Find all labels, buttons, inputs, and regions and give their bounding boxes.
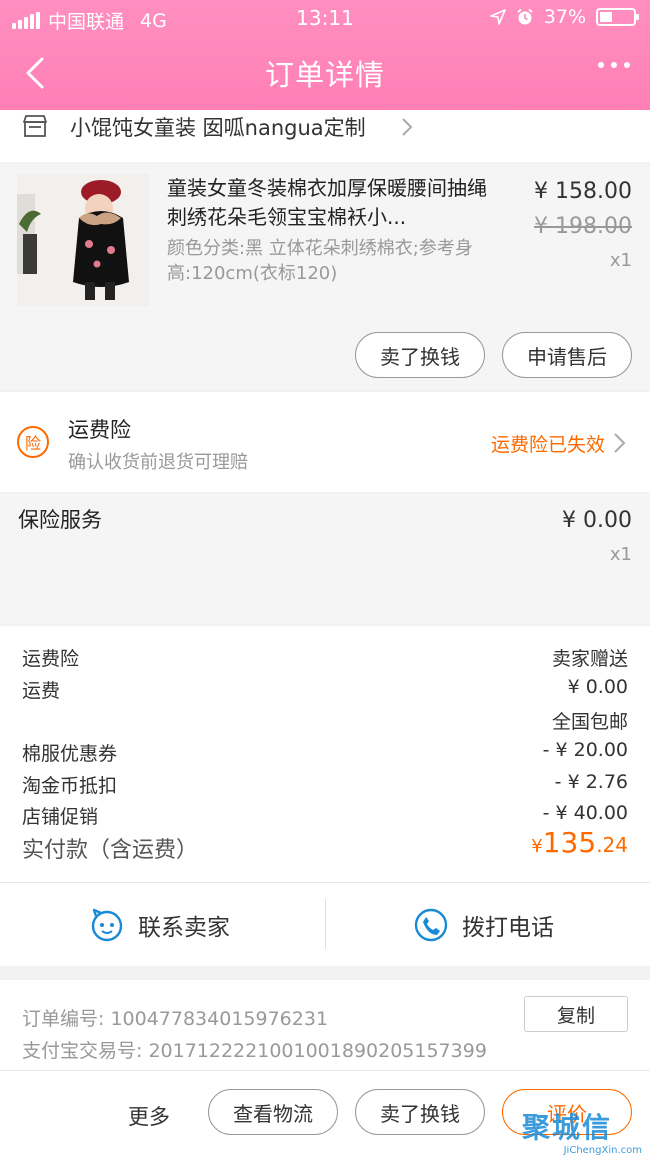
insurance-icon: 险 [17, 426, 49, 458]
copy-button[interactable]: 复制 [524, 996, 628, 1032]
total-integer: 135 [542, 826, 597, 859]
shipping-insurance-row[interactable]: 险 运费险 确认收货前退货可理赔 运费险已失效 [0, 392, 650, 492]
currency-symbol: ¥ [531, 836, 543, 857]
product-spec: 颜色分类:黑 立体花朵刺绣棉衣;参考身高:120cm(衣标120) [167, 238, 473, 284]
chat-face-icon [91, 908, 123, 942]
chevron-right-icon [402, 118, 413, 136]
total-decimal: .24 [596, 833, 628, 857]
more-button[interactable]: 更多 [128, 1101, 170, 1131]
summary-row: 淘金币抵扣 - ¥ 2.76 [22, 771, 628, 801]
battery-icon [596, 8, 639, 26]
divider [325, 899, 326, 949]
status-bar: 中国联通 4G 13:11 37% [0, 0, 650, 38]
product-original-price: ¥ 198.00 [534, 214, 632, 239]
app-header: 中国联通 4G 13:11 37% 订单详情 [0, 0, 650, 110]
sell-for-cash-button[interactable]: 卖了换钱 [355, 332, 485, 378]
summary-label: 棉服优惠券 [22, 743, 118, 765]
summary-value: 全国包邮 [551, 711, 628, 733]
total-amount: ¥135.24 [531, 826, 628, 859]
product-quantity: x1 [609, 250, 632, 271]
call-phone-button[interactable]: 拨打电话 [414, 883, 554, 967]
price-summary: 运费险 卖家赠送 运费 ¥ 0.00 全国包邮 棉服优惠券 - ¥ 20.00 淘金币… [0, 626, 650, 882]
product-image[interactable] [17, 174, 149, 306]
store-icon [23, 115, 47, 137]
total-label: 实付款（含运费） [22, 838, 199, 863]
product-card[interactable]: 童装女童冬装棉衣加厚保暖腰间抽绳刺绣花朵毛领宝宝棉袄小... 颜色分类:黑 立体… [0, 164, 650, 390]
summary-value: 卖家赠送 [551, 648, 628, 670]
contact-seller-button[interactable]: 联系卖家 [90, 883, 230, 967]
service-quantity: x1 [609, 544, 632, 565]
summary-label: 运费 [22, 680, 61, 702]
contact-row: 联系卖家 拨打电话 [0, 882, 650, 966]
summary-label: 运费险 [22, 648, 80, 670]
watermark-text: 聚城信 [522, 1111, 613, 1144]
ellipsis-icon[interactable] [598, 62, 630, 68]
status-right: 37% [489, 6, 639, 28]
summary-row: 全国包邮 [22, 707, 628, 737]
insurance-status: 运费险已失效 [490, 434, 605, 456]
alipay-transaction-number: 支付宝交易号: 2017122221001001890205157399 [22, 1040, 487, 1062]
summary-row: 运费 ¥ 0.00 [22, 676, 628, 706]
product-price: ¥ 158.00 [534, 179, 632, 204]
bottom-action-bar: 更多 查看物流 卖了换钱 评价 聚城信 JiChengXin.com [0, 1070, 650, 1156]
summary-label: 淘金币抵扣 [22, 775, 118, 797]
view-logistics-button[interactable]: 查看物流 [208, 1089, 338, 1135]
alarm-icon [517, 8, 533, 25]
summary-value: - ¥ 40.00 [542, 802, 628, 824]
shop-row[interactable]: 小馄饨女童装 囡呱nangua定制 [0, 110, 650, 162]
call-phone-label: 拨打电话 [462, 915, 554, 941]
watermark-url: JiChengXin.com [563, 1145, 642, 1156]
insurance-subtitle: 确认收货前退货可理赔 [68, 452, 248, 473]
summary-label: 店铺促销 [22, 806, 99, 828]
order-info: 订单编号: 100477834015976231 支付宝交易号: 2017122… [0, 980, 650, 1070]
summary-value: - ¥ 2.76 [554, 771, 628, 793]
battery-percent: 37% [543, 6, 586, 28]
sell-for-cash-button[interactable]: 卖了换钱 [355, 1089, 485, 1135]
contact-seller-label: 联系卖家 [138, 915, 230, 941]
summary-value: ¥ 0.00 [567, 676, 628, 698]
summary-value: - ¥ 20.00 [542, 739, 628, 761]
service-label: 保险服务 [18, 508, 102, 532]
summary-row: 棉服优惠券 - ¥ 20.00 [22, 739, 628, 769]
service-price: ¥ 0.00 [562, 508, 632, 533]
insurance-service-item: 保险服务 ¥ 0.00 x1 [0, 494, 650, 624]
order-number: 订单编号: 100477834015976231 [22, 1008, 329, 1030]
chevron-right-icon [614, 433, 626, 453]
after-sale-button[interactable]: 申请售后 [502, 332, 632, 378]
summary-row: 运费险 卖家赠送 [22, 644, 628, 674]
shop-name: 小馄饨女童装 囡呱nangua定制 [70, 116, 366, 140]
watermark-logo: 聚城信 JiChengXin.com [502, 1106, 642, 1156]
location-arrow-icon [489, 9, 506, 25]
page-title: 订单详情 [264, 58, 385, 92]
insurance-title: 运费险 [68, 418, 131, 442]
product-title[interactable]: 童装女童冬装棉衣加厚保暖腰间抽绳刺绣花朵毛领宝宝棉袄小... [167, 174, 502, 232]
phone-icon [414, 908, 448, 942]
